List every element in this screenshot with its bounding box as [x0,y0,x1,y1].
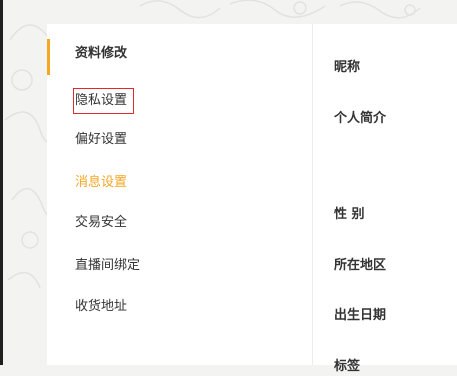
sidebar-item-transaction-security[interactable]: 交易安全 [75,214,127,232]
gender-label: 性 别 [334,207,365,222]
region-label: 所在地区 [334,258,387,273]
nickname-label: 昵称 [334,60,361,75]
birthdate-label: 出生日期 [334,308,387,323]
active-indicator [47,39,50,75]
settings-panel: 资料修改 隐私设置 偏好设置 消息设置 交易安全 直播间绑定 收货地址 昵称 个… [47,24,457,374]
sidebar-item-profile-edit[interactable]: 资料修改 [75,45,127,63]
sidebar-item-privacy-settings[interactable]: 隐私设置 [73,88,135,114]
bio-label: 个人简介 [334,111,387,126]
sidebar-item-live-room-binding[interactable]: 直播间绑定 [75,257,140,275]
window-left-edge [0,0,3,365]
settings-sidebar: 资料修改 隐私设置 偏好设置 消息设置 交易安全 直播间绑定 收货地址 [47,24,313,365]
sidebar-item-preference-settings[interactable]: 偏好设置 [75,131,127,149]
sidebar-item-shipping-address[interactable]: 收货地址 [75,298,127,316]
tags-label: 标签 [334,359,361,374]
sidebar-item-message-settings[interactable]: 消息设置 [75,174,127,192]
